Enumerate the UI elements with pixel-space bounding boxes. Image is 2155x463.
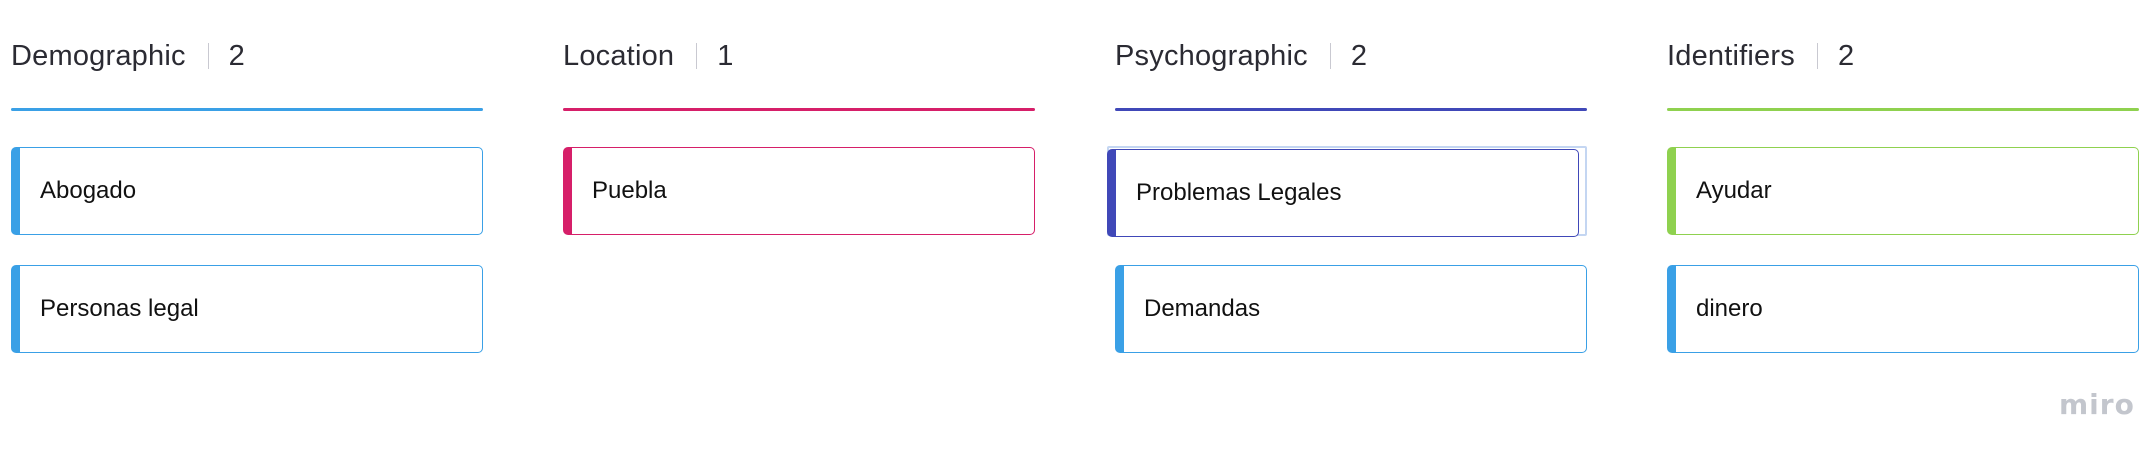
card-label: Personas legal xyxy=(40,295,199,322)
header-divider xyxy=(1816,43,1818,69)
card-count: 2 xyxy=(228,39,245,72)
column-header[interactable]: Psychographic 2 xyxy=(1115,36,1367,76)
card-personas-legal[interactable]: Personas legal xyxy=(11,265,483,353)
column-title: Demographic xyxy=(11,39,186,72)
column-underline xyxy=(11,108,483,111)
card-label: Abogado xyxy=(40,177,137,204)
header-divider xyxy=(1329,43,1331,69)
miro-logo: miro xyxy=(2059,388,2135,421)
column-header[interactable]: Demographic 2 xyxy=(11,36,245,76)
miro-board: Demographic 2 Abogado Personas legal Loc… xyxy=(0,0,2155,463)
card-count: 1 xyxy=(717,39,734,72)
card-demandas[interactable]: Demandas xyxy=(1115,265,1587,353)
card-count: 2 xyxy=(1350,39,1367,72)
card-puebla[interactable]: Puebla xyxy=(563,147,1035,235)
header-divider xyxy=(696,43,698,69)
column-underline xyxy=(1115,108,1587,111)
column-header[interactable]: Identifiers 2 xyxy=(1667,36,1854,76)
card-label: dinero xyxy=(1696,295,1763,322)
card-label: Puebla xyxy=(592,177,667,204)
card-count: 2 xyxy=(1837,39,1855,72)
column-header[interactable]: Location 1 xyxy=(563,36,733,76)
card-ayudar[interactable]: Ayudar xyxy=(1667,147,2139,235)
card-abogado[interactable]: Abogado xyxy=(11,147,483,235)
column-title: Identifiers xyxy=(1667,39,1795,72)
column-underline xyxy=(563,108,1035,111)
card-label: Problemas Legales xyxy=(1136,179,1342,206)
column-title: Location xyxy=(563,39,675,72)
card-label: Demandas xyxy=(1144,295,1261,322)
card-label: Ayudar xyxy=(1696,177,1772,204)
column-underline xyxy=(1667,108,2139,111)
card-problemas-legales[interactable]: Problemas Legales xyxy=(1107,149,1579,237)
header-divider xyxy=(207,43,209,69)
card-dinero[interactable]: dinero xyxy=(1667,265,2139,353)
column-title: Psychographic xyxy=(1115,39,1308,72)
